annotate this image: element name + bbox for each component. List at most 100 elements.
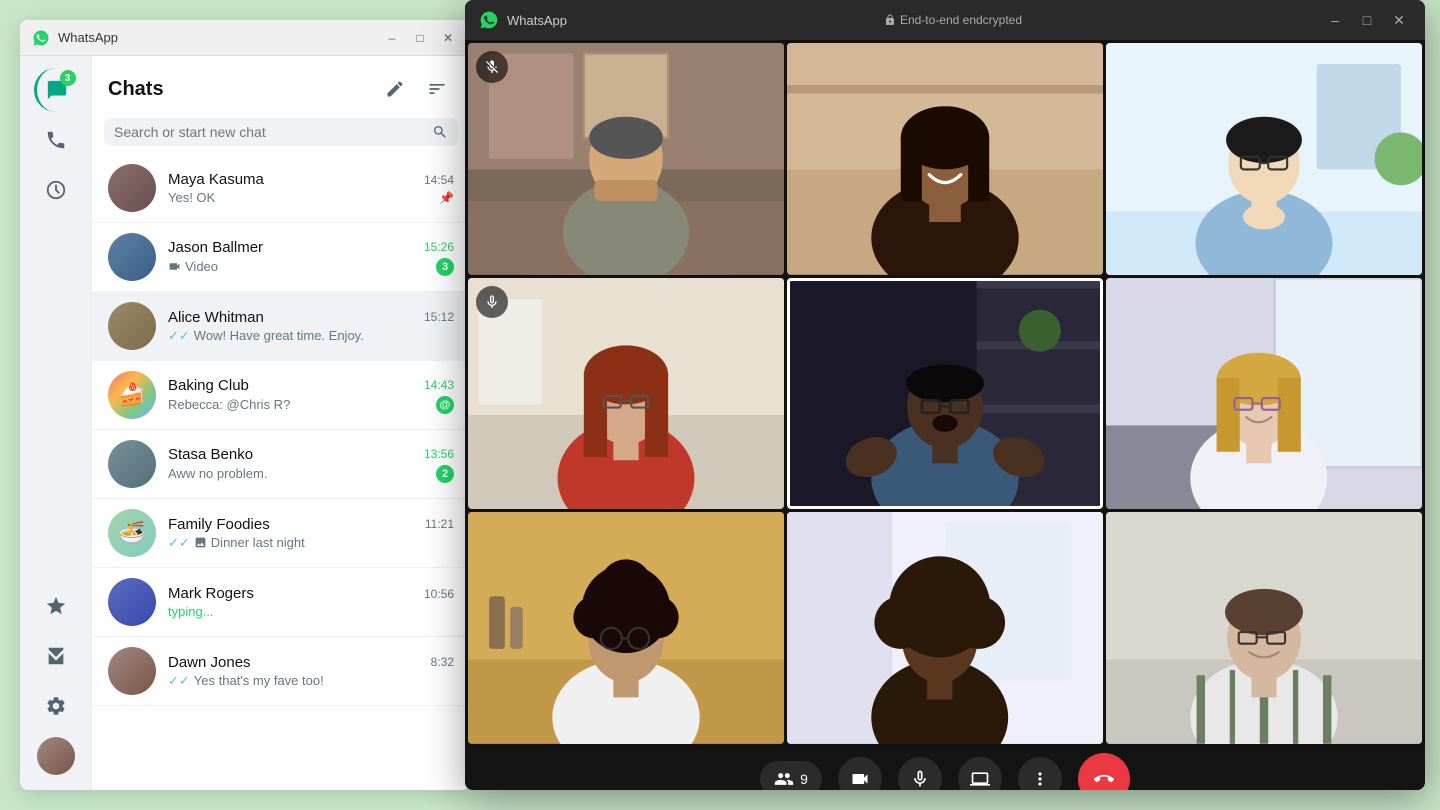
search-icon bbox=[432, 124, 448, 140]
chat-name: Family Foodies bbox=[168, 516, 270, 533]
sidebar-item-status[interactable] bbox=[34, 168, 78, 212]
video-minimize-button[interactable]: – bbox=[1323, 8, 1347, 32]
microphone-button[interactable] bbox=[898, 757, 942, 790]
video-cell bbox=[787, 43, 1103, 275]
sidebar: 3 bbox=[20, 56, 92, 790]
sidebar-item-settings[interactable] bbox=[34, 684, 78, 728]
chat-item[interactable]: Jason Ballmer 15:26 Video 3 bbox=[92, 223, 470, 292]
user-avatar-image bbox=[37, 737, 75, 775]
video-maximize-button[interactable]: □ bbox=[1355, 8, 1379, 32]
video-feed bbox=[468, 278, 784, 510]
search-input[interactable] bbox=[114, 124, 432, 140]
chat-item[interactable]: Stasa Benko 13:56 Aww no problem. 2 bbox=[92, 430, 470, 499]
chat-preview: Aww no problem. bbox=[168, 466, 267, 481]
chat-info: Alice Whitman 15:12 ✓✓ Wow! Have great t… bbox=[168, 309, 454, 344]
chat-item[interactable]: Mark Rogers 10:56 typing... bbox=[92, 568, 470, 637]
chat-header-icons bbox=[378, 72, 454, 106]
chat-item[interactable]: Dawn Jones 8:32 ✓✓ Yes that's my fave to… bbox=[92, 637, 470, 706]
sidebar-item-chats[interactable]: 3 bbox=[34, 68, 78, 112]
sidebar-item-archived[interactable] bbox=[34, 634, 78, 678]
video-feed bbox=[1106, 43, 1422, 275]
chat-time: 15:12 bbox=[424, 310, 454, 324]
chat-preview: Rebecca: @Chris R? bbox=[168, 397, 290, 412]
whatsapp-video-icon bbox=[479, 10, 499, 30]
chat-time: 8:32 bbox=[431, 655, 454, 669]
app-body: 3 bbox=[20, 56, 470, 790]
double-check-icon: ✓✓ bbox=[168, 535, 190, 551]
video-feed bbox=[787, 43, 1103, 275]
video-cell bbox=[1106, 512, 1422, 744]
avatar bbox=[108, 647, 156, 695]
video-app-title: WhatsApp bbox=[507, 13, 567, 28]
chat-time: 14:43 bbox=[424, 378, 454, 392]
chat-info: Baking Club 14:43 Rebecca: @Chris R? @ bbox=[168, 377, 454, 414]
sidebar-item-starred[interactable] bbox=[34, 584, 78, 628]
maximize-button[interactable]: □ bbox=[410, 28, 430, 48]
chat-time: 11:21 bbox=[425, 517, 454, 531]
chat-preview: ✓✓ Yes that's my fave too! bbox=[168, 673, 324, 689]
chat-name: Baking Club bbox=[168, 377, 249, 394]
encryption-label: End-to-end endcrypted bbox=[583, 13, 1323, 27]
chat-info: Dawn Jones 8:32 ✓✓ Yes that's my fave to… bbox=[168, 654, 454, 689]
avatar: 🍰 bbox=[108, 371, 156, 419]
chat-name: Stasa Benko bbox=[168, 446, 253, 463]
chat-preview: typing... bbox=[168, 604, 214, 619]
chat-item[interactable]: 🍜 Family Foodies 11:21 ✓✓ Dinner last ni… bbox=[92, 499, 470, 568]
app-title: WhatsApp bbox=[58, 30, 382, 45]
chat-info: Maya Kasuma 14:54 Yes! OK 📌 bbox=[168, 171, 454, 205]
user-avatar[interactable] bbox=[34, 734, 78, 778]
video-cell-active bbox=[787, 278, 1103, 510]
chat-info: Stasa Benko 13:56 Aww no problem. 2 bbox=[168, 446, 454, 483]
chat-preview: Yes! OK bbox=[168, 190, 215, 205]
sidebar-item-calls[interactable] bbox=[34, 118, 78, 162]
sidebar-top: 3 bbox=[34, 68, 78, 584]
video-grid bbox=[465, 40, 1425, 747]
chat-name: Alice Whitman bbox=[168, 309, 264, 326]
minimize-button[interactable]: – bbox=[382, 28, 402, 48]
video-feed bbox=[1106, 512, 1422, 744]
chat-info: Mark Rogers 10:56 typing... bbox=[168, 585, 454, 619]
video-controls: 9 bbox=[465, 747, 1425, 790]
filter-button[interactable] bbox=[420, 72, 454, 106]
video-title-bar: WhatsApp End-to-end endcrypted – □ ✕ bbox=[465, 0, 1425, 40]
unread-badge: 3 bbox=[436, 258, 454, 276]
avatar bbox=[108, 440, 156, 488]
end-call-button[interactable] bbox=[1078, 753, 1130, 790]
unread-badge: 2 bbox=[436, 465, 454, 483]
chat-time: 10:56 bbox=[424, 587, 454, 601]
video-cell bbox=[1106, 278, 1422, 510]
search-bar bbox=[104, 118, 458, 146]
whatsapp-icon bbox=[32, 29, 50, 47]
participants-count: 9 bbox=[800, 771, 808, 787]
chat-time: 15:26 bbox=[424, 240, 454, 254]
video-feed bbox=[787, 278, 1103, 510]
new-chat-button[interactable] bbox=[378, 72, 412, 106]
chat-name: Mark Rogers bbox=[168, 585, 254, 602]
camera-button[interactable] bbox=[838, 757, 882, 790]
pin-icon: 📌 bbox=[439, 191, 454, 205]
video-cell bbox=[1106, 43, 1422, 275]
video-cell bbox=[468, 512, 784, 744]
chat-name: Dawn Jones bbox=[168, 654, 251, 671]
chat-item[interactable]: Alice Whitman 15:12 ✓✓ Wow! Have great t… bbox=[92, 292, 470, 361]
video-cell bbox=[468, 43, 784, 275]
close-button[interactable]: ✕ bbox=[438, 28, 458, 48]
chats-title: Chats bbox=[108, 78, 164, 101]
chat-item[interactable]: Maya Kasuma 14:54 Yes! OK 📌 bbox=[92, 154, 470, 223]
double-check-icon: ✓✓ bbox=[168, 673, 190, 689]
chat-header: Chats bbox=[92, 56, 470, 114]
chat-info: Jason Ballmer 15:26 Video 3 bbox=[168, 239, 454, 276]
encryption-text: End-to-end endcrypted bbox=[900, 13, 1022, 27]
chat-preview: ✓✓ Dinner last night bbox=[168, 535, 305, 551]
chat-info: Family Foodies 11:21 ✓✓ Dinner last nigh… bbox=[168, 516, 454, 551]
video-close-button[interactable]: ✕ bbox=[1387, 8, 1411, 32]
mute-indicator bbox=[476, 286, 508, 318]
participants-button[interactable]: 9 bbox=[760, 761, 822, 790]
chat-list: Maya Kasuma 14:54 Yes! OK 📌 Ja bbox=[92, 154, 470, 790]
chat-item[interactable]: 🍰 Baking Club 14:43 Rebecca: @Chris R? @ bbox=[92, 361, 470, 430]
screen-share-button[interactable] bbox=[958, 757, 1002, 790]
more-options-button[interactable] bbox=[1018, 757, 1062, 790]
video-cell bbox=[468, 278, 784, 510]
video-cell bbox=[787, 512, 1103, 744]
video-feed bbox=[787, 512, 1103, 744]
